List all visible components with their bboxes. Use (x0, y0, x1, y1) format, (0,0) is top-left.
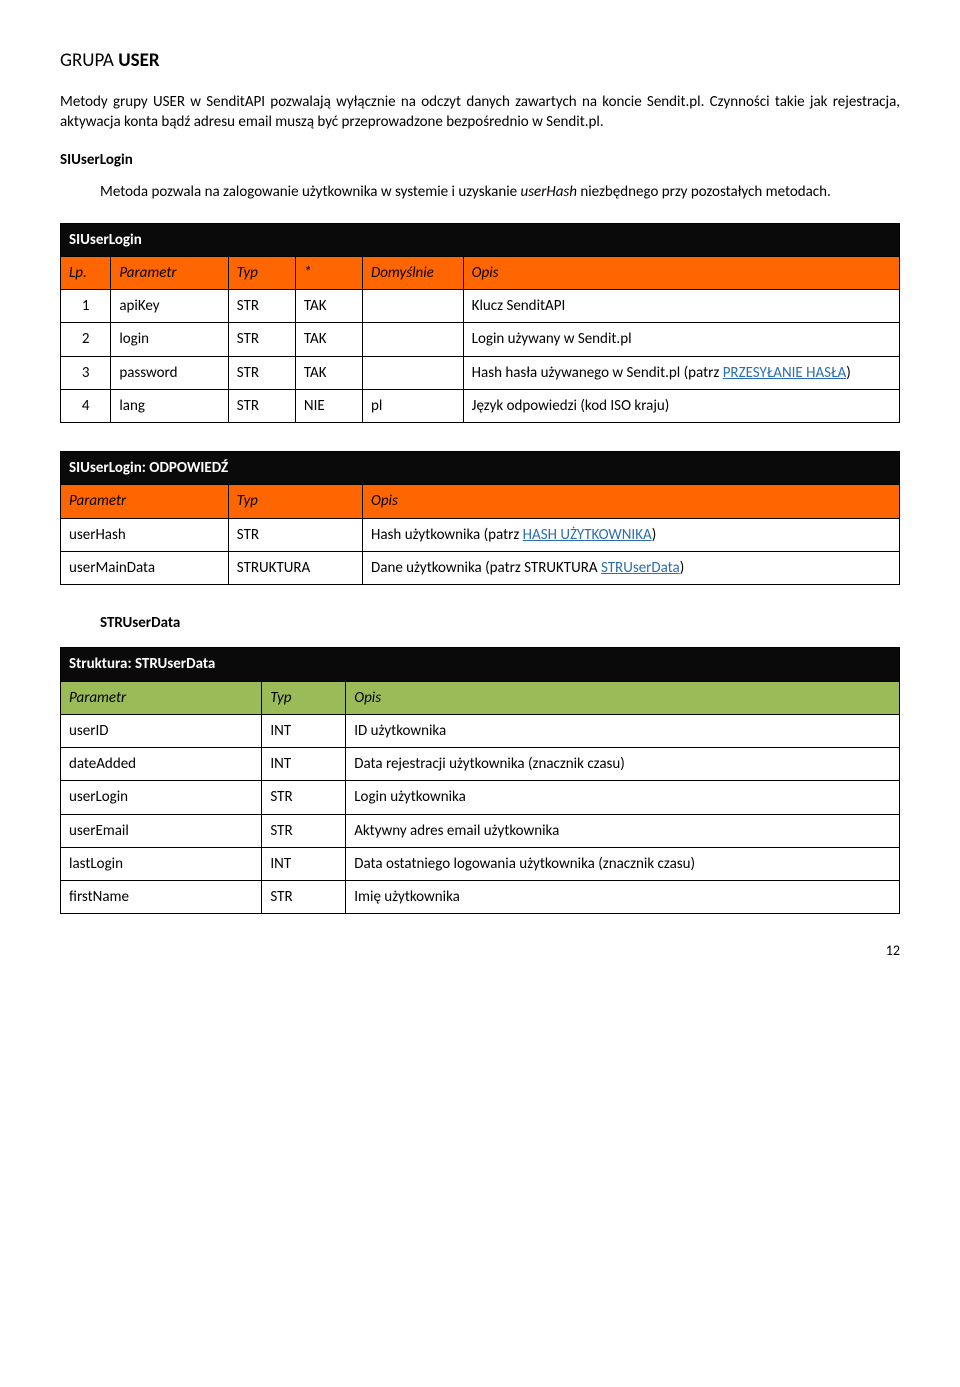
cell-param: lang (111, 389, 228, 422)
table-row: 2 login STR TAK Login używany w Sendit.p… (61, 323, 900, 356)
cell-param: apiKey (111, 290, 228, 323)
cell-def: pl (363, 389, 464, 422)
cell-typ: STR (228, 389, 295, 422)
struct-header-typ: Typ (262, 681, 346, 714)
cell-opis: Dane użytkownika (patrz STRUKTURA STRUse… (363, 551, 900, 584)
table-row: lastLogin INT Data ostatniego logowania … (61, 847, 900, 880)
params-table-title: SIUserLogin (61, 223, 900, 256)
params-header-param: Parametr (111, 256, 228, 289)
cell-def (363, 356, 464, 389)
cell-lp: 1 (61, 290, 111, 323)
struct-table-title: Struktura: STRUserData (61, 648, 900, 681)
table-row: userMainData STRUKTURA Dane użytkownika … (61, 551, 900, 584)
cell-typ: STR (262, 881, 346, 914)
cell-opis-pre: Hash hasła używanego w Sendit.pl (patrz (472, 364, 723, 382)
cell-opis-pre: Dane użytkownika (patrz STRUKTURA (371, 559, 601, 577)
cell-typ: STR (228, 323, 295, 356)
struct-table: Struktura: STRUserData Parametr Typ Opis… (60, 647, 900, 914)
cell-opis: Data rejestracji użytkownika (znacznik c… (346, 748, 900, 781)
cell-typ: STR (228, 518, 362, 551)
params-header-typ: Typ (228, 256, 295, 289)
table-row: dateAdded INT Data rejestracji użytkowni… (61, 748, 900, 781)
cell-lp: 2 (61, 323, 111, 356)
cell-param: userID (61, 714, 262, 747)
cell-opis: Data ostatniego logowania użytkownika (z… (346, 847, 900, 880)
cell-typ: INT (262, 714, 346, 747)
cell-param: userEmail (61, 814, 262, 847)
cell-typ: STRUKTURA (228, 551, 362, 584)
cell-opis: Imię użytkownika (346, 881, 900, 914)
table-row: userHash STR Hash użytkownika (patrz HAS… (61, 518, 900, 551)
cell-star: TAK (295, 290, 362, 323)
response-header-typ: Typ (228, 485, 362, 518)
cell-opis-pre: Hash użytkownika (patrz (371, 526, 523, 544)
cell-lp: 3 (61, 356, 111, 389)
cell-opis: Klucz SenditAPI (463, 290, 899, 323)
password-hash-link[interactable]: PRZESYŁANIE HASŁA (723, 364, 847, 382)
cell-param: userLogin (61, 781, 262, 814)
cell-typ: STR (228, 290, 295, 323)
table-row: userEmail STR Aktywny adres email użytko… (61, 814, 900, 847)
cell-star: TAK (295, 323, 362, 356)
cell-opis-post: ) (652, 526, 657, 544)
table-row: 1 apiKey STR TAK Klucz SenditAPI (61, 290, 900, 323)
params-header-def: Domyślnie (363, 256, 464, 289)
intro-paragraph: Metody grupy USER w SenditAPI pozwalają … (60, 92, 900, 133)
page-number: 12 (60, 942, 900, 961)
method-desc-post: niezbędnego przy pozostałych metodach. (577, 183, 831, 201)
cell-opis: Aktywny adres email użytkownika (346, 814, 900, 847)
params-header-star: * (295, 256, 362, 289)
cell-typ: INT (262, 748, 346, 781)
cell-opis-post: ) (680, 559, 685, 577)
cell-param: dateAdded (61, 748, 262, 781)
cell-typ: STR (228, 356, 295, 389)
params-header-lp: Lp. (61, 256, 111, 289)
cell-param: userMainData (61, 551, 229, 584)
cell-def (363, 323, 464, 356)
response-table-title: SIUserLogin: ODPOWIEDŹ (61, 452, 900, 485)
cell-param: password (111, 356, 228, 389)
response-header-opis: Opis (363, 485, 900, 518)
table-row: 4 lang STR NIE pl Język odpowiedzi (kod … (61, 389, 900, 422)
table-row: userID INT ID użytkownika (61, 714, 900, 747)
method-description: Metoda pozwala na zalogowanie użytkownik… (100, 182, 900, 202)
user-hash-link[interactable]: HASH UŻYTKOWNIKA (523, 526, 652, 544)
cell-lp: 4 (61, 389, 111, 422)
cell-opis: Hash hasła używanego w Sendit.pl (patrz … (463, 356, 899, 389)
cell-typ: STR (262, 814, 346, 847)
cell-star: NIE (295, 389, 362, 422)
method-desc-italic: userHash (521, 183, 577, 201)
page-title: GRUPA USER (60, 48, 900, 74)
cell-opis: Język odpowiedzi (kod ISO kraju) (463, 389, 899, 422)
table-row: userLogin STR Login użytkownika (61, 781, 900, 814)
cell-opis: Hash użytkownika (patrz HASH UŻYTKOWNIKA… (363, 518, 900, 551)
table-row: firstName STR Imię użytkownika (61, 881, 900, 914)
response-header-param: Parametr (61, 485, 229, 518)
cell-param: firstName (61, 881, 262, 914)
cell-typ: STR (262, 781, 346, 814)
page-title-prefix: GRUPA (60, 49, 118, 72)
cell-star: TAK (295, 356, 362, 389)
struserdata-link[interactable]: STRUserData (601, 559, 680, 577)
response-table: SIUserLogin: ODPOWIEDŹ Parametr Typ Opis… (60, 451, 900, 585)
page-title-bold: USER (118, 49, 159, 72)
table-row: 3 password STR TAK Hash hasła używanego … (61, 356, 900, 389)
cell-opis: Login użytkownika (346, 781, 900, 814)
cell-opis-post: ) (846, 364, 851, 382)
method-desc-pre: Metoda pozwala na zalogowanie użytkownik… (100, 183, 521, 201)
struct-header-param: Parametr (61, 681, 262, 714)
cell-def (363, 290, 464, 323)
struct-header-opis: Opis (346, 681, 900, 714)
cell-typ: INT (262, 847, 346, 880)
cell-param: lastLogin (61, 847, 262, 880)
method-name: SIUserLogin (60, 150, 900, 170)
cell-param: login (111, 323, 228, 356)
cell-opis: Login używany w Sendit.pl (463, 323, 899, 356)
cell-param: userHash (61, 518, 229, 551)
params-table: SIUserLogin Lp. Parametr Typ * Domyślnie… (60, 223, 900, 424)
params-header-opis: Opis (463, 256, 899, 289)
cell-opis: ID użytkownika (346, 714, 900, 747)
struct-subheader: STRUserData (100, 613, 900, 633)
